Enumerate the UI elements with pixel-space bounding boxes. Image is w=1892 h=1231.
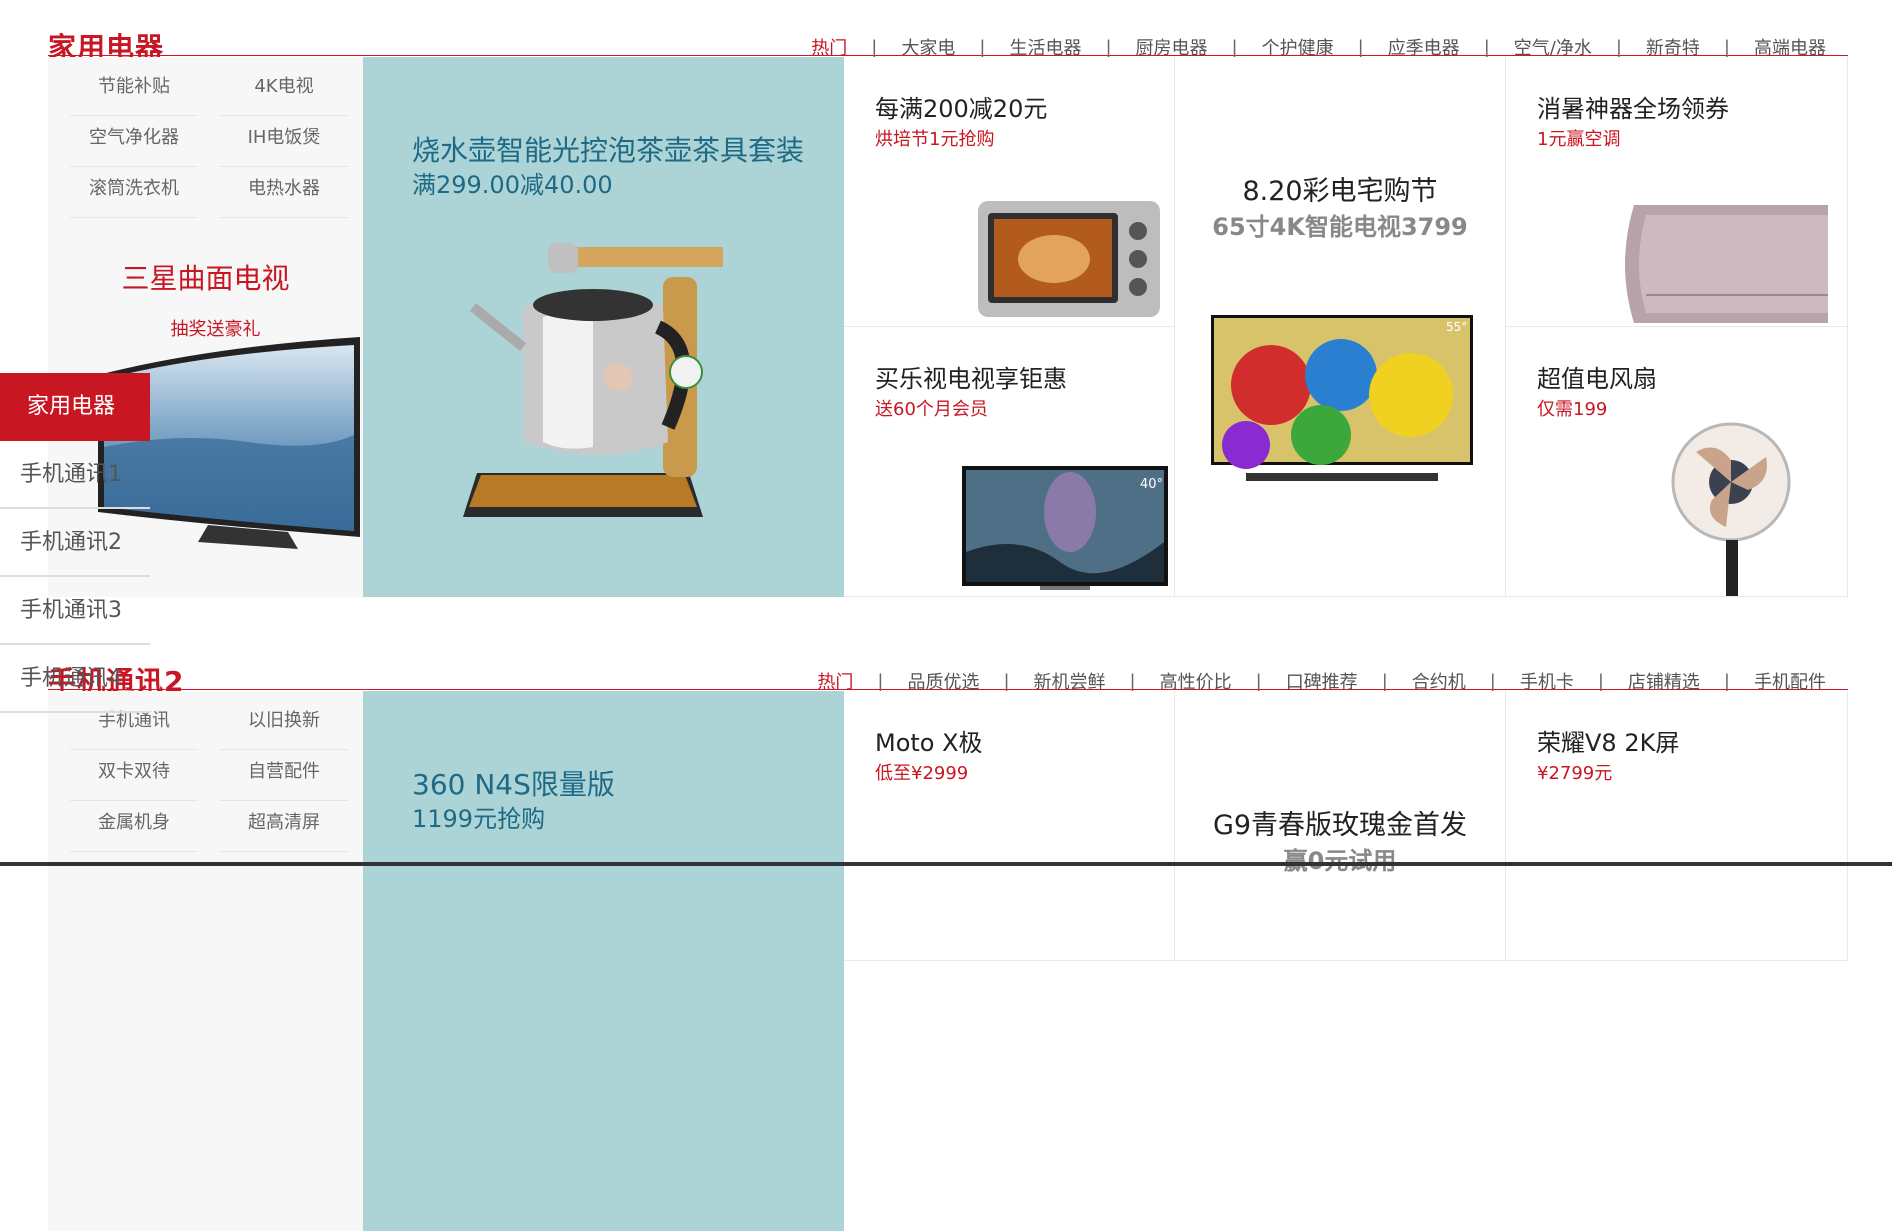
fan-image (1671, 422, 1791, 596)
product-card[interactable]: 消暑神器全场领券 1元赢空调 (1506, 57, 1848, 327)
keyword-link[interactable]: 自营配件 (220, 750, 348, 801)
side-nav-item-mobile-1[interactable]: 手机通讯1 (0, 441, 150, 509)
tab-divider: | (1597, 670, 1604, 692)
letv-tv-image: 40° (962, 466, 1168, 590)
center-subtitle: 65寸4K智能电视3799 (1212, 213, 1468, 241)
left-promo-column: 手机通讯 以旧换新 双卡双待 自营配件 金属机身 超高清屏 (48, 691, 363, 1231)
card-title: Moto X极 (875, 729, 983, 757)
card-subtitle: 1元赢空调 (1537, 129, 1621, 150)
floor-side-nav: 家用电器 手机通讯1 手机通讯2 手机通讯3 手机通讯4 (0, 373, 150, 713)
product-card[interactable]: 超值电风扇 仅需199 (1506, 327, 1848, 597)
keyword-link[interactable]: 节能补贴 (70, 65, 198, 116)
tab-divider: | (1105, 36, 1112, 58)
keyword-link[interactable]: IH电饭煲 (220, 116, 348, 167)
floor-mobile: 手机通讯2 热门 | 品质优选 | 新机尝鲜 | 高性价比 | 口碑推荐 | 合约机 | 手… (48, 648, 1848, 1231)
card-title: 每满200减20元 (875, 95, 1048, 123)
feature-banner[interactable]: 360 N4S限量版 1199元抢购 (363, 691, 844, 1231)
card-title: 消暑神器全场领券 (1537, 95, 1729, 123)
keyword-link[interactable]: 双卡双待 (70, 750, 198, 801)
tab-divider: | (1231, 36, 1238, 58)
feature-banner[interactable]: 烧水壶智能光控泡茶壶茶具套装 满299.00减40.00 (363, 57, 844, 597)
keyword-link[interactable]: 金属机身 (70, 801, 198, 852)
side-nav-item-mobile-2[interactable]: 手机通讯2 (0, 509, 150, 577)
tab-divider: | (1003, 670, 1010, 692)
page-bottom-border (0, 862, 1892, 866)
side-nav-item-mobile-3[interactable]: 手机通讯3 (0, 577, 150, 645)
tab-divider: | (1255, 670, 1262, 692)
keyword-link[interactable]: 4K电视 (220, 65, 348, 116)
feature-title: 360 N4S限量版 (412, 768, 615, 801)
promo-title[interactable]: 三星曲面电视 (48, 257, 363, 297)
center-title: 8.20彩电宅购节 (1242, 176, 1438, 207)
card-title: 荣耀V8 2K屏 (1537, 729, 1680, 757)
center-title: G9青春版玫瑰金首发 (1212, 810, 1468, 841)
card-subtitle: 仅需199 (1537, 399, 1608, 420)
side-nav-item-mobile-4[interactable]: 手机通讯4 (0, 645, 150, 713)
keyword-grid: 手机通讯 以旧换新 双卡双待 自营配件 金属机身 超高清屏 (70, 699, 348, 852)
air-conditioner-image (1625, 205, 1828, 323)
card-title: 超值电风扇 (1537, 365, 1657, 393)
keyword-link[interactable]: 以旧换新 (220, 699, 348, 750)
center-product-card[interactable]: 8.20彩电宅购节 65寸4K智能电视3799 55° (1175, 57, 1506, 597)
feature-subtitle: 满299.00减40.00 (412, 171, 613, 199)
keyword-link[interactable]: 电热水器 (220, 167, 348, 218)
floor-header: 手机通讯2 热门 | 品质优选 | 新机尝鲜 | 高性价比 | 口碑推荐 | 合约机 | 手… (48, 648, 1848, 698)
product-card[interactable]: 荣耀V8 2K屏 ¥2799元 (1506, 691, 1848, 961)
tab-divider: | (1483, 36, 1490, 58)
tab-divider: | (1357, 36, 1364, 58)
card-subtitle: 烘培节1元抢购 (875, 129, 995, 150)
center-product-card[interactable]: G9青春版玫瑰金首发 赢0元试用 (1175, 691, 1506, 961)
product-card[interactable]: 买乐视电视享钜惠 送60个月会员 40° (844, 327, 1175, 597)
tab-divider: | (1489, 670, 1496, 692)
product-card[interactable]: Moto X极 低至¥2999 (844, 691, 1175, 961)
tab-divider: | (1129, 670, 1136, 692)
kettle-image (463, 243, 723, 517)
keyword-link[interactable]: 空气净化器 (70, 116, 198, 167)
tab-divider: | (871, 36, 878, 58)
keyword-link[interactable]: 超高清屏 (220, 801, 348, 852)
tab-divider: | (1723, 36, 1730, 58)
tab-divider: | (1381, 670, 1388, 692)
floor-home-appliances: 家用电器 热门 | 大家电 | 生活电器 | 厨房电器 | 个护健康 | 应季电器 | 空气… (48, 14, 1848, 598)
card-subtitle: ¥2799元 (1537, 763, 1613, 784)
smart-tv-image: 55° (1211, 315, 1473, 481)
tab-divider: | (979, 36, 986, 58)
oven-image (978, 201, 1160, 317)
card-subtitle: 送60个月会员 (875, 399, 988, 420)
side-nav-item-home-appliances[interactable]: 家用电器 (0, 373, 150, 441)
keyword-link[interactable]: 滚筒洗衣机 (70, 167, 198, 218)
feature-title: 烧水壶智能光控泡茶壶茶具套装 (412, 134, 805, 167)
tab-divider: | (877, 670, 884, 692)
tv-badge: 40° (1140, 477, 1163, 492)
center-subtitle: 赢0元试用 (1283, 847, 1397, 875)
feature-subtitle: 1199元抢购 (412, 805, 546, 833)
card-subtitle: 低至¥2999 (875, 763, 969, 784)
product-card[interactable]: 每满200减20元 烘培节1元抢购 (844, 57, 1175, 327)
tab-divider: | (1723, 670, 1730, 692)
tv-badge: 55° (1446, 320, 1467, 334)
card-title: 买乐视电视享钜惠 (875, 365, 1067, 393)
keyword-grid: 节能补贴 4K电视 空气净化器 IH电饭煲 滚筒洗衣机 电热水器 (70, 65, 348, 218)
floor-header: 家用电器 热门 | 大家电 | 生活电器 | 厨房电器 | 个护健康 | 应季电器 | 空气… (48, 14, 1848, 64)
tab-divider: | (1615, 36, 1622, 58)
